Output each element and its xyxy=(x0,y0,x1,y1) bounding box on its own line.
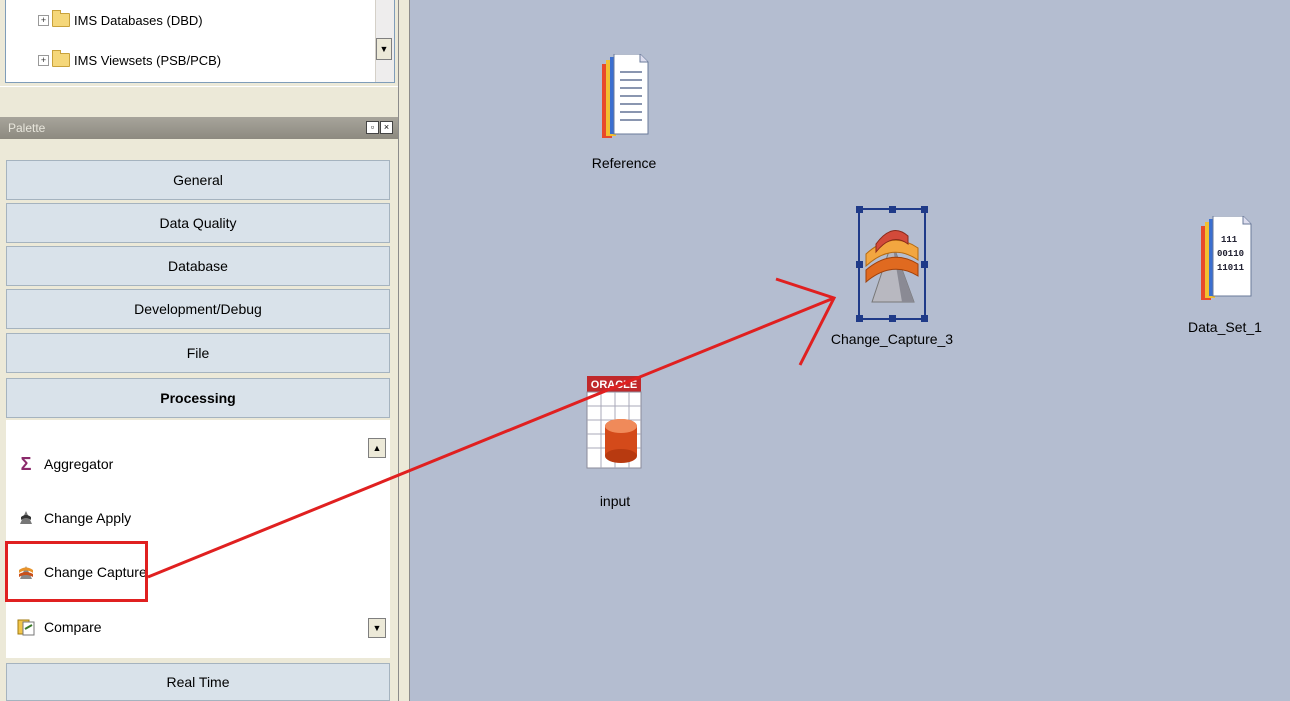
palette-category-processing[interactable]: Processing xyxy=(6,378,390,418)
palette-title: Palette xyxy=(8,121,46,135)
palette-category-development-debug[interactable]: Development/Debug xyxy=(6,289,390,329)
resize-handle[interactable] xyxy=(921,206,928,213)
data-bit-line: 11011 xyxy=(1217,263,1245,273)
folder-icon xyxy=(52,10,70,27)
scroll-down-icon[interactable]: ▼ xyxy=(368,618,386,638)
category-label: General xyxy=(173,172,223,188)
node-label: Reference xyxy=(591,155,657,171)
maximize-icon[interactable]: ▫ xyxy=(366,121,379,134)
stage-label: Change Apply xyxy=(44,510,132,526)
node-label: input xyxy=(599,493,631,509)
palette-category-real-time[interactable]: Real Time xyxy=(6,663,390,701)
resize-handle[interactable] xyxy=(889,206,896,213)
category-label: Database xyxy=(168,258,228,274)
scroll-up-icon[interactable]: ▲ xyxy=(368,438,386,458)
stage-label: Aggregator xyxy=(44,456,114,472)
data-bit-line: 00110 xyxy=(1217,249,1244,259)
close-icon[interactable]: × xyxy=(380,121,393,134)
folder-icon xyxy=(52,50,70,67)
node-data-set[interactable]: 111 00110 11011 Data_Set_1 xyxy=(1170,215,1280,335)
category-label: File xyxy=(186,345,210,361)
expand-icon[interactable]: + xyxy=(38,54,49,66)
node-label: Change_Capture_3 xyxy=(830,331,954,347)
category-label: Development/Debug xyxy=(134,301,262,317)
tree-item-label: IMS Viewsets (PSB/PCB) xyxy=(74,52,222,68)
left-panel: + IMS Databases (DBD) + IMS Viewsets (PS… xyxy=(0,0,398,701)
oracle-icon: ORACLE xyxy=(585,376,645,473)
oracle-label: ORACLE xyxy=(591,379,637,391)
node-input[interactable]: ORACLE input xyxy=(570,376,660,509)
resize-handle[interactable] xyxy=(856,206,863,213)
scroll-down-icon[interactable]: ▼ xyxy=(376,38,392,60)
category-label: Real Time xyxy=(166,674,230,690)
panel-divider[interactable] xyxy=(398,0,410,701)
tree-item-label: IMS Databases (DBD) xyxy=(74,12,203,28)
stage-label: Compare xyxy=(44,619,102,635)
stage-list: Σ Aggregator Change Apply Change Capture… xyxy=(6,420,390,658)
tree-scrollbar[interactable]: ▼ xyxy=(375,0,394,82)
change-apply-icon xyxy=(16,508,36,528)
category-label: Data Quality xyxy=(159,215,237,231)
tree-item-ims-viewsets[interactable]: + IMS Viewsets (PSB/PCB) xyxy=(38,50,221,70)
palette-category-file[interactable]: File xyxy=(6,333,390,373)
sigma-icon: Σ xyxy=(20,453,32,474)
tree-item-ims-databases[interactable]: + IMS Databases (DBD) xyxy=(38,10,203,30)
compare-icon xyxy=(16,617,36,637)
data-set-icon: 111 00110 11011 xyxy=(1195,215,1255,311)
node-label: Data_Set_1 xyxy=(1188,319,1262,335)
repository-tree: + IMS Databases (DBD) + IMS Viewsets (PS… xyxy=(5,0,395,83)
highlight-box xyxy=(5,541,148,602)
stage-aggregator[interactable]: Σ Aggregator xyxy=(16,450,114,478)
sequential-file-icon xyxy=(596,53,652,149)
palette-category-data-quality[interactable]: Data Quality xyxy=(6,203,390,243)
stage-change-apply[interactable]: Change Apply xyxy=(16,504,131,532)
change-capture-icon xyxy=(862,214,922,313)
stage-compare[interactable]: Compare xyxy=(16,613,102,641)
palette-header: Palette ▫ × xyxy=(0,117,398,139)
expand-icon[interactable]: + xyxy=(38,14,49,26)
category-label: Processing xyxy=(160,390,236,406)
data-bit-line: 111 xyxy=(1221,235,1238,245)
node-reference[interactable]: Reference xyxy=(574,53,674,171)
palette-category-general[interactable]: General xyxy=(6,160,390,200)
node-change-capture[interactable]: Change_Capture_3 xyxy=(822,214,962,347)
palette-category-database[interactable]: Database xyxy=(6,246,390,286)
panel-splitter[interactable] xyxy=(0,86,398,115)
design-canvas[interactable] xyxy=(410,0,1290,701)
